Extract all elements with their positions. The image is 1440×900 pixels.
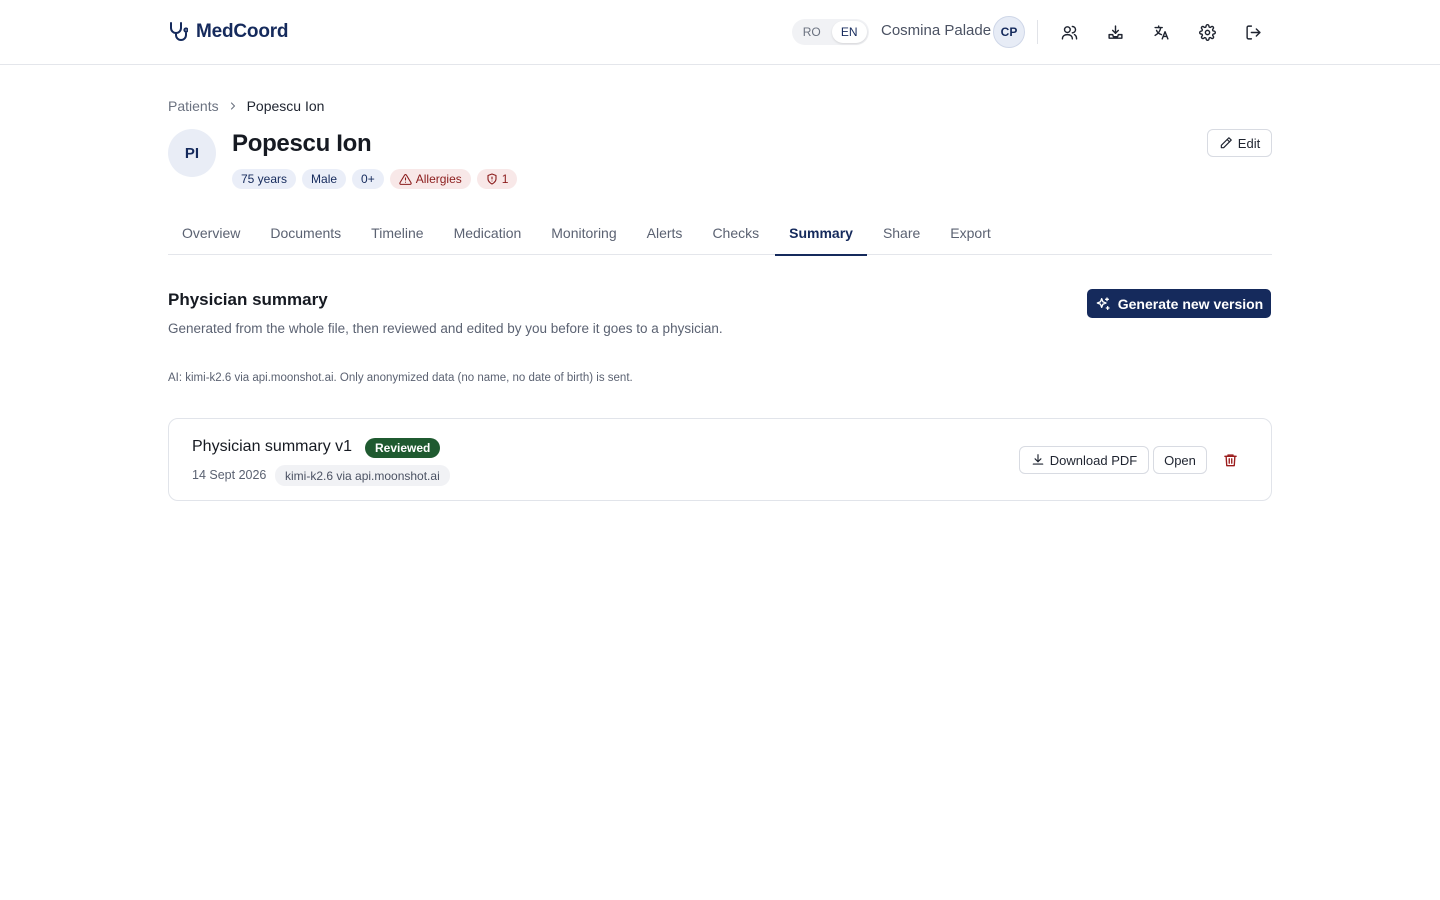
language-option-en[interactable]: EN — [831, 21, 867, 43]
shield-icon — [486, 173, 498, 185]
patient-tabs: Overview Documents Timeline Medication M… — [168, 214, 1272, 256]
user-name: Cosmina Palade — [881, 22, 992, 39]
tab-overview[interactable]: Overview — [168, 214, 254, 255]
section-description: Generated from the whole file, then revi… — [168, 321, 723, 336]
ai-disclosure-note: AI: kimi-k2.6 via api.moonshot.ai. Only … — [168, 372, 633, 384]
trash-icon[interactable] — [1220, 450, 1240, 470]
breadcrumb-patients-link[interactable]: Patients — [168, 98, 219, 114]
alert-count: 1 — [501, 172, 509, 186]
version-date: 14 Sept 2026 — [192, 468, 267, 482]
users-icon[interactable] — [1057, 20, 1081, 44]
tab-timeline[interactable]: Timeline — [357, 214, 437, 255]
patient-name: Popescu Ion — [232, 130, 372, 157]
gear-icon[interactable] — [1195, 20, 1219, 44]
version-title: Physician summary v1 — [192, 438, 353, 455]
user-avatar[interactable]: CP — [993, 16, 1025, 48]
age-badge: 75 years — [232, 169, 297, 189]
status-badge: Reviewed — [365, 438, 441, 458]
patient-avatar: PI — [168, 129, 216, 177]
tab-summary[interactable]: Summary — [775, 214, 867, 256]
tab-monitoring[interactable]: Monitoring — [537, 214, 630, 255]
tab-export[interactable]: Export — [936, 214, 1004, 255]
tab-medication[interactable]: Medication — [440, 214, 536, 255]
model-chip: kimi-k2.6 via api.moonshot.ai — [275, 465, 450, 486]
breadcrumb-current: Popescu Ion — [246, 98, 325, 114]
section-title: Physician summary — [168, 290, 328, 309]
logout-icon[interactable] — [1241, 20, 1265, 44]
tab-alerts[interactable]: Alerts — [633, 214, 697, 255]
edit-label: Edit — [1237, 135, 1261, 151]
allergies-label: Allergies — [415, 172, 462, 186]
download-icon — [1031, 453, 1045, 467]
header-divider — [1037, 20, 1038, 44]
blood-type-badge: 0+ — [352, 169, 384, 189]
chevron-right-icon — [227, 100, 239, 112]
edit-patient-button[interactable]: Edit — [1207, 129, 1272, 157]
app-name: MedCoord — [196, 21, 289, 42]
download-pdf-label: Download PDF — [1049, 452, 1138, 468]
allergies-badge[interactable]: Allergies — [389, 169, 471, 189]
generate-label: Generate new version — [1117, 295, 1264, 312]
pencil-icon — [1219, 136, 1233, 150]
download-pdf-button[interactable]: Download PDF — [1019, 446, 1149, 474]
sex-badge: Male — [302, 169, 347, 189]
sparkles-icon — [1095, 296, 1111, 312]
tab-documents[interactable]: Documents — [256, 214, 355, 255]
breadcrumb: Patients Popescu Ion — [168, 98, 324, 114]
open-button[interactable]: Open — [1153, 446, 1207, 474]
generate-new-version-button[interactable]: Generate new version — [1087, 289, 1271, 318]
summary-version-card: Physician summary v1 Reviewed 14 Sept 20… — [168, 418, 1272, 501]
app-logo[interactable]: MedCoord — [168, 20, 289, 44]
inbox-download-icon[interactable] — [1103, 20, 1127, 44]
stethoscope-icon — [168, 21, 188, 43]
tab-checks[interactable]: Checks — [698, 214, 773, 255]
language-option-ro[interactable]: RO — [794, 21, 830, 43]
translate-icon[interactable] — [1149, 20, 1173, 44]
warning-triangle-icon — [399, 173, 412, 186]
top-bar: MedCoord RO EN Cosmina Palade CP — [0, 0, 1440, 65]
tab-share[interactable]: Share — [869, 214, 934, 255]
language-toggle[interactable]: RO EN — [792, 19, 869, 45]
patient-badges: 75 years Male 0+ Allergies 1 — [232, 169, 518, 189]
alerts-count-badge[interactable]: 1 — [476, 169, 518, 189]
